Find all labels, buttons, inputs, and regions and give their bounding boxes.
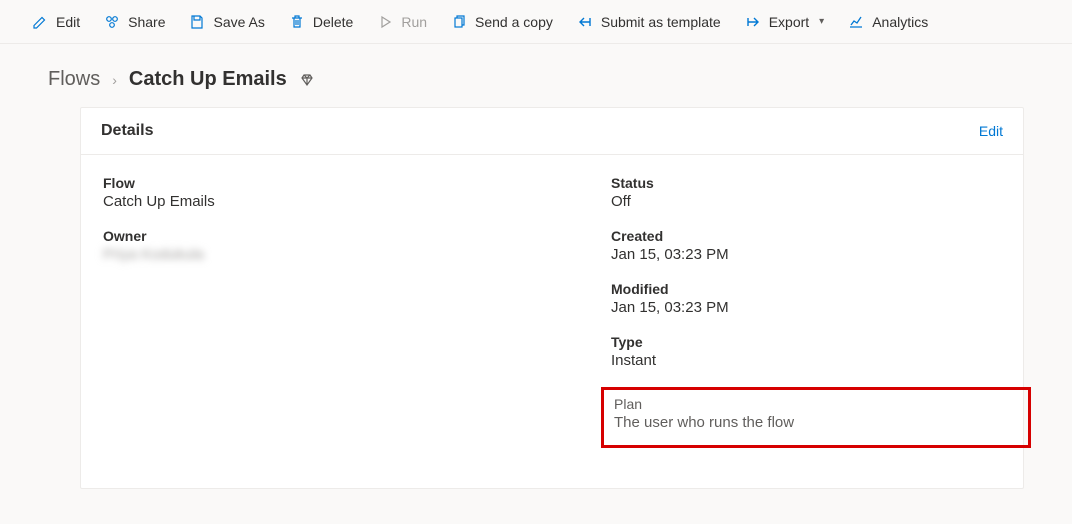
copy-icon: [451, 14, 467, 30]
modified-value: Jan 15, 03:23 PM: [611, 299, 1001, 316]
play-icon: [377, 14, 393, 30]
share-label: Share: [128, 14, 165, 30]
export-icon: [745, 14, 761, 30]
breadcrumb-current: Catch Up Emails: [129, 68, 287, 91]
owner-value: Priya Kodukula: [103, 246, 571, 263]
edit-details-link[interactable]: Edit: [979, 123, 1003, 139]
card-body: Flow Catch Up Emails Owner Priya Kodukul…: [81, 155, 1023, 488]
plan-label: Plan: [614, 396, 1018, 412]
type-field: Type Instant: [611, 334, 1001, 369]
run-label: Run: [401, 14, 427, 30]
created-label: Created: [611, 228, 1001, 244]
flow-field: Flow Catch Up Emails: [103, 175, 571, 210]
trash-icon: [289, 14, 305, 30]
export-label: Export: [769, 14, 809, 30]
command-bar: Edit Share Save As Delete Run Send a cop…: [0, 0, 1072, 44]
delete-label: Delete: [313, 14, 353, 30]
type-label: Type: [611, 334, 1001, 350]
plan-highlight-box: Plan The user who runs the flow: [601, 387, 1031, 448]
status-value: Off: [611, 193, 1001, 210]
created-field: Created Jan 15, 03:23 PM: [611, 228, 1001, 263]
submit-template-button[interactable]: Submit as template: [577, 14, 721, 30]
flow-label: Flow: [103, 175, 571, 191]
card-title: Details: [101, 122, 153, 140]
status-label: Status: [611, 175, 1001, 191]
save-as-label: Save As: [213, 14, 264, 30]
chevron-right-icon: ›: [112, 72, 117, 88]
modified-field: Modified Jan 15, 03:23 PM: [611, 281, 1001, 316]
breadcrumb: Flows › Catch Up Emails: [0, 44, 1072, 107]
submit-template-label: Submit as template: [601, 14, 721, 30]
premium-icon: [299, 72, 315, 88]
analytics-icon: [848, 14, 864, 30]
analytics-label: Analytics: [872, 14, 928, 30]
details-card: Details Edit Flow Catch Up Emails Owner …: [80, 107, 1024, 489]
modified-label: Modified: [611, 281, 1001, 297]
pencil-icon: [32, 14, 48, 30]
submit-icon: [577, 14, 593, 30]
run-button: Run: [377, 14, 427, 30]
status-field: Status Off: [611, 175, 1001, 210]
type-value: Instant: [611, 352, 1001, 369]
plan-field: Plan The user who runs the flow: [614, 396, 1018, 431]
card-header: Details Edit: [81, 108, 1023, 155]
analytics-button[interactable]: Analytics: [848, 14, 928, 30]
send-copy-label: Send a copy: [475, 14, 553, 30]
chevron-down-icon: ▾: [819, 16, 824, 27]
send-copy-button[interactable]: Send a copy: [451, 14, 553, 30]
details-left-column: Flow Catch Up Emails Owner Priya Kodukul…: [103, 175, 571, 448]
created-value: Jan 15, 03:23 PM: [611, 246, 1001, 263]
share-button[interactable]: Share: [104, 14, 165, 30]
breadcrumb-root[interactable]: Flows: [48, 68, 100, 91]
owner-field: Owner Priya Kodukula: [103, 228, 571, 263]
save-as-icon: [189, 14, 205, 30]
share-icon: [104, 14, 120, 30]
owner-label: Owner: [103, 228, 571, 244]
export-button[interactable]: Export ▾: [745, 14, 825, 30]
flow-value: Catch Up Emails: [103, 193, 571, 210]
details-right-column: Status Off Created Jan 15, 03:23 PM Modi…: [611, 175, 1001, 448]
save-as-button[interactable]: Save As: [189, 14, 264, 30]
plan-value: The user who runs the flow: [614, 414, 1018, 431]
delete-button[interactable]: Delete: [289, 14, 353, 30]
edit-label: Edit: [56, 14, 80, 30]
edit-button[interactable]: Edit: [32, 14, 80, 30]
